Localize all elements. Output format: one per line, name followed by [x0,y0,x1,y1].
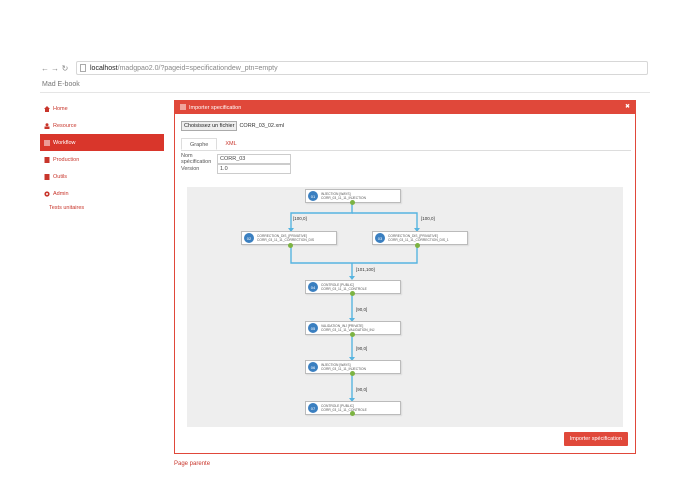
node-id: CORR_03_11_11_CONTROLE [321,408,367,412]
back-icon[interactable]: ← [40,63,50,73]
url-path: /madgpao2.0/?pageid=specificationdew_ptn… [117,64,278,72]
book-icon [44,156,50,163]
sidebar-item-label: Resource [53,122,77,129]
sidebar-item-label: Workflow [53,139,76,146]
forward-icon[interactable]: → [50,63,60,73]
tab-xml[interactable]: XML [217,138,244,150]
panel-title: Importer specification [189,104,242,111]
import-specification-panel: Importer specification ✖ Choisissez un f… [174,100,636,454]
import-specification-button[interactable]: Importer spécification [563,432,628,446]
sidebar-item-production[interactable]: Production [40,151,164,168]
spec-name-input[interactable]: CORR_03 [217,154,291,164]
sidebar: Home Resource Workflow Production Outils… [40,100,164,214]
home-icon [44,105,50,112]
edge-label: [90,0] [356,387,368,392]
node-badge: 06 [308,362,318,372]
tab-graphe[interactable]: Graphe [181,138,218,150]
version-input[interactable]: 1.0 [217,164,291,174]
app-title: Mad E-book [40,78,650,93]
sidebar-subitem-tests[interactable]: Tests unitaires [40,202,164,214]
node-id: CORR_03_11_11_INJECTION [321,196,366,200]
sidebar-item-label: Outils [53,173,68,180]
close-icon[interactable]: ✖ [625,103,630,110]
edge-label: [101,100] [356,267,375,272]
sidebar-item-admin[interactable]: Admin [40,185,164,202]
reload-icon[interactable]: ↻ [60,63,70,73]
node-id: CORR_03_11_11_INJECTION [321,367,366,371]
node-port[interactable] [350,411,355,416]
edge-label: [90,0] [356,307,368,312]
file-chooser: Choisissez un fichier CORR_03_02.xml [181,121,284,131]
file-name: CORR_03_02.xml [239,123,285,129]
book-icon [44,173,50,180]
node-id: CORR_03_11_11_CORRECTION_DIS [257,238,315,242]
list-icon [180,104,186,112]
node-badge: 02 [244,233,254,243]
version-label: Version [181,166,200,172]
node-port[interactable] [415,243,420,248]
workflow-graph: 01 INJECTION [WAYS] CORR_03_11_11_INJECTI… [187,187,623,427]
sidebar-item-outils[interactable]: Outils [40,168,164,185]
parent-page-link[interactable]: Page parente [174,461,210,467]
node-port[interactable] [350,291,355,296]
address-bar[interactable]: localhost/madgpao2.0/?pageid=specificati… [76,61,648,75]
node-port[interactable] [350,371,355,376]
sidebar-item-label: Home [53,105,68,112]
sidebar-item-label: Production [53,156,80,163]
url-host: localhost [90,64,118,72]
sidebar-item-label: Admin [53,190,69,197]
node-port[interactable] [350,200,355,205]
node-badge: 03 [375,233,385,243]
edge-label: [100,0] [421,216,435,221]
node-port[interactable] [288,243,293,248]
graph-edges [288,203,420,402]
tabs: Graphe XML [181,138,631,151]
node-id: CORR_03_11_11_CONTROLE [321,287,367,291]
sidebar-item-workflow[interactable]: Workflow [40,134,164,151]
page-icon [80,64,86,72]
sidebar-item-resource[interactable]: Resource [40,117,164,134]
edge-label: [100,0] [293,216,307,221]
node-badge: 04 [308,282,318,292]
node-badge: 01 [308,191,318,201]
node-port[interactable] [350,332,355,337]
node-badge: 07 [308,403,318,413]
node-id: CORR_03_11_11_CORRECTION_DIS_1 [388,238,449,242]
choose-file-button[interactable]: Choisissez un fichier [181,121,238,131]
version-row: Version 1.0 [181,164,291,174]
sidebar-item-home[interactable]: Home [40,100,164,117]
user-icon [44,122,50,129]
gear-icon [44,190,50,197]
node-id: CORR_03_11_11_VALIDATION_INJ [321,328,375,332]
node-badge: 05 [308,323,318,333]
browser-toolbar: ← → ↻ localhost/madgpao2.0/?pageid=speci… [40,61,648,75]
panel-header: Importer specification ✖ [175,101,635,114]
graph-node[interactable]: 03 CORRECTION_DIS_[PRIVATIVE] CORR_03_11_… [372,231,468,245]
list-icon [44,140,50,146]
edge-label: [90,0] [356,346,368,351]
